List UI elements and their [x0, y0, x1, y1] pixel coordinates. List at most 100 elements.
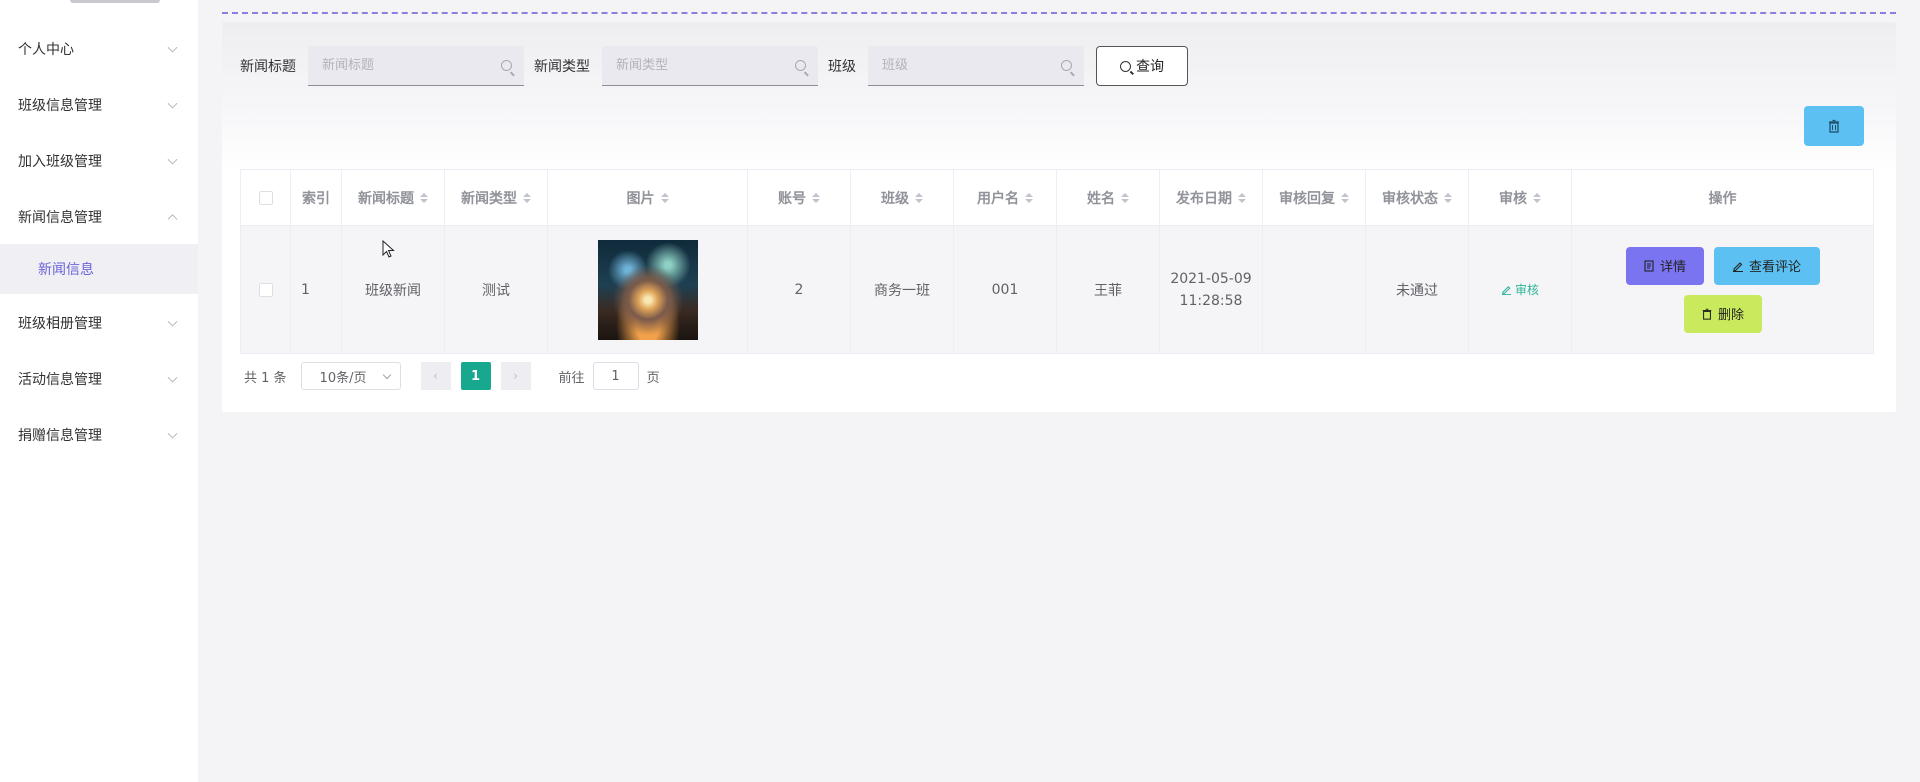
cell-account: 2 — [748, 226, 851, 353]
header-news-type[interactable]: 新闻类型 — [445, 170, 548, 225]
header-label: 新闻类型 — [461, 190, 517, 207]
chevron-down-icon — [167, 316, 178, 327]
class-filter — [868, 46, 1084, 86]
main-content: 新闻标题 新闻类型 班级 查询 — [198, 0, 1920, 782]
header-label: 操作 — [1708, 190, 1737, 207]
bulk-delete-button[interactable] — [1804, 106, 1864, 146]
cell-news-type: 测试 — [445, 226, 548, 353]
cell-review: 审核 — [1469, 226, 1572, 353]
filter-bar: 新闻标题 新闻类型 班级 查询 — [240, 46, 1188, 86]
header-review-reply[interactable]: 审核回复 — [1263, 170, 1366, 225]
sidebar-item-label: 活动信息管理 — [18, 372, 102, 388]
sidebar-item-class-info[interactable]: 班级信息管理 — [0, 77, 198, 133]
sort-icon — [1341, 192, 1349, 203]
header-publish-date[interactable]: 发布日期 — [1160, 170, 1263, 225]
sort-icon — [660, 192, 669, 203]
chevron-up-icon — [167, 214, 178, 225]
goto-prefix: 前往 — [558, 370, 585, 386]
cell-index-text: 1 — [301, 281, 310, 298]
header-select-all — [240, 170, 291, 225]
header-news-title[interactable]: 新闻标题 — [342, 170, 445, 225]
header-label: 索引 — [302, 190, 330, 207]
cell-review-reply — [1263, 226, 1366, 353]
cell-image — [548, 226, 748, 353]
class-filter-label: 班级 — [828, 59, 856, 75]
edit-icon — [1732, 261, 1743, 272]
news-thumbnail[interactable] — [597, 239, 698, 340]
mouse-pointer-icon — [382, 240, 395, 258]
title-filter-label: 新闻标题 — [240, 59, 296, 75]
sidebar-subitem-news[interactable]: 新闻信息 — [0, 244, 198, 294]
type-filter — [602, 46, 818, 86]
header-label: 姓名 — [1087, 190, 1115, 207]
header-review-status[interactable]: 审核状态 — [1366, 170, 1469, 225]
page-number-current[interactable]: 1 — [460, 362, 491, 390]
chevron-right-icon: › — [512, 368, 519, 384]
detail-button[interactable]: 详情 — [1625, 246, 1704, 285]
chevron-down-icon — [382, 370, 391, 380]
delete-button[interactable]: 删除 — [1683, 294, 1762, 333]
header-image[interactable]: 图片 — [548, 170, 748, 225]
cell-name-text: 王菲 — [1094, 282, 1122, 299]
trash-icon — [1829, 119, 1839, 133]
view-comments-button-label: 查看评论 — [1748, 260, 1801, 275]
header-class[interactable]: 班级 — [851, 170, 954, 225]
delete-button-label: 删除 — [1717, 308, 1744, 323]
review-link-label: 审核 — [1514, 283, 1539, 297]
cell-account-text: 2 — [794, 281, 804, 298]
goto-page-input[interactable] — [592, 362, 639, 390]
sidebar-item-news-info[interactable]: 新闻信息管理 — [0, 189, 198, 245]
sidebar-item-personal-center[interactable]: 个人中心 — [0, 21, 198, 77]
cell-review-status-text: 未通过 — [1396, 282, 1438, 299]
select-all-checkbox[interactable] — [258, 190, 273, 205]
header-label: 班级 — [881, 190, 909, 207]
sidebar-item-activity-info[interactable]: 活动信息管理 — [0, 351, 198, 407]
sidebar-item-join-class[interactable]: 加入班级管理 — [0, 133, 198, 189]
prev-page-button[interactable]: ‹ — [420, 362, 451, 390]
page-size-select[interactable]: 10条/页 — [300, 362, 401, 390]
header-account[interactable]: 账号 — [748, 170, 851, 225]
row-checkbox[interactable] — [258, 282, 273, 297]
table-header-row: 索引 新闻标题 新闻类型 图片 账号 班级 用户名 姓名 发布日期 审核回复 审… — [240, 170, 1874, 226]
sort-icon — [1444, 192, 1452, 203]
sort-icon — [915, 192, 923, 203]
page-size-value: 10条/页 — [319, 370, 367, 386]
sidebar-item-donation-info[interactable]: 捐赠信息管理 — [0, 407, 198, 463]
sort-icon — [420, 192, 428, 203]
cell-username-text: 001 — [991, 281, 1019, 298]
header-label: 账号 — [778, 190, 806, 207]
query-button-label: 查询 — [1136, 59, 1164, 75]
actions-line: 删除 — [1683, 294, 1762, 333]
cell-news-type-text: 测试 — [482, 282, 510, 299]
chevron-down-icon — [167, 428, 178, 439]
sidebar-item-label: 新闻信息管理 — [18, 210, 102, 226]
edit-icon — [1501, 285, 1512, 295]
sort-icon — [812, 192, 820, 203]
query-button[interactable]: 查询 — [1096, 46, 1188, 86]
next-page-button[interactable]: › — [500, 362, 531, 390]
title-filter — [308, 46, 524, 86]
header-username[interactable]: 用户名 — [954, 170, 1057, 225]
cell-actions: 详情 查看评论 删除 — [1572, 226, 1874, 353]
title-filter-input[interactable] — [308, 46, 524, 85]
sidebar-item-class-album[interactable]: 班级相册管理 — [0, 295, 198, 351]
type-filter-input[interactable] — [602, 46, 818, 85]
cell-review-status: 未通过 — [1366, 226, 1469, 353]
detail-button-label: 详情 — [1659, 260, 1686, 275]
sidebar-item-label: 加入班级管理 — [18, 154, 102, 170]
header-review[interactable]: 审核 — [1469, 170, 1572, 225]
trash-icon — [1702, 308, 1712, 320]
header-label: 新闻标题 — [358, 190, 414, 207]
chevron-down-icon — [167, 154, 178, 165]
header-label: 图片 — [626, 190, 655, 207]
class-filter-input[interactable] — [868, 46, 1084, 85]
review-link[interactable]: 审核 — [1501, 281, 1539, 298]
type-filter-label: 新闻类型 — [534, 59, 590, 75]
cell-class: 商务一班 — [851, 226, 954, 353]
header-name[interactable]: 姓名 — [1057, 170, 1160, 225]
sidebar: 个人中心 班级信息管理 加入班级管理 新闻信息管理 新闻信息 班级相册管理 活动… — [0, 0, 198, 782]
sort-icon — [1121, 192, 1129, 203]
view-comments-button[interactable]: 查看评论 — [1713, 246, 1820, 285]
breadcrumb-divider — [222, 12, 1896, 14]
cell-index: 1 — [291, 226, 342, 353]
